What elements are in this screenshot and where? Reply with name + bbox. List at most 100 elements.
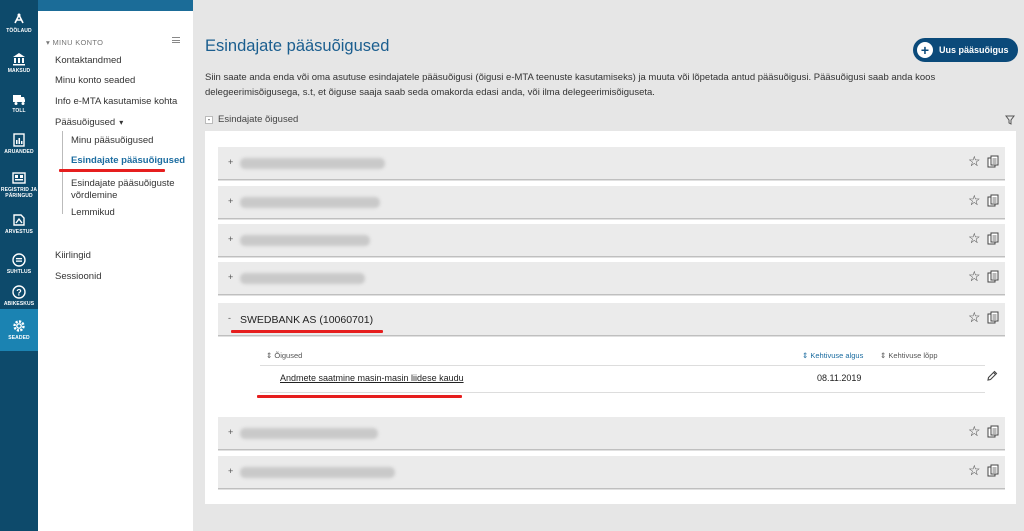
rail-item-arvestus[interactable]: ARVESTUS [0, 204, 38, 244]
expand-icon[interactable]: + [228, 196, 233, 206]
expand-icon[interactable]: + [228, 272, 233, 282]
representatives-card: + ☆ + ☆ + ☆ + ☆ - SWEDBANK AS (10060701)… [205, 131, 1016, 504]
sidebar-sub-minu-paasuoigused[interactable]: Minu pääsuõigused [71, 135, 153, 147]
dashboard-icon [14, 13, 24, 24]
expand-icon[interactable]: + [228, 466, 233, 476]
sidebar-sub-lemmikud[interactable]: Lemmikud [71, 207, 115, 219]
copy-icon[interactable] [987, 425, 999, 438]
chat-icon [12, 253, 26, 267]
rail-label: SEADED [8, 335, 30, 341]
rail-label: TOLL [12, 108, 26, 114]
svg-text:?: ? [16, 288, 22, 298]
rail-item-maksud[interactable]: MAKSUD [0, 43, 38, 83]
bank-icon [13, 53, 25, 66]
representative-row[interactable]: + ☆ [218, 262, 1005, 295]
sidebar-sub-esindajate-paasuoigused[interactable]: Esindajate pääsuõigused [71, 155, 185, 167]
representative-name: SWEDBANK AS (10060701) [240, 314, 374, 326]
start-date: 08.11.2019 [817, 373, 862, 383]
copy-icon[interactable] [987, 155, 999, 168]
section-header[interactable]: - Esindajate õigused [205, 114, 298, 125]
plus-icon: + [917, 42, 933, 58]
representative-row[interactable]: + ☆ [218, 224, 1005, 257]
sidebar-topbar [38, 0, 193, 11]
sidebar-sub-vordlemine[interactable]: Esindajate pääsuõiguste võrdlemine [71, 178, 181, 202]
main-content: Esindajate pääsuõigused + Uus pääsuõigus… [193, 0, 1024, 531]
rail-label: SUHTLUS [6, 269, 32, 275]
filter-icon[interactable] [1005, 115, 1015, 125]
redacted-name [240, 273, 365, 284]
star-icon[interactable]: ☆ [968, 192, 981, 208]
column-header-label: Kehtivuse lõpp [888, 351, 938, 360]
rail-label: MAKSUD [7, 68, 31, 74]
collapse-icon[interactable]: - [228, 313, 231, 323]
copy-icon[interactable] [987, 194, 999, 207]
star-icon[interactable]: ☆ [968, 462, 981, 478]
tree-connector [62, 131, 68, 214]
star-icon[interactable]: ☆ [968, 309, 981, 325]
star-icon[interactable]: ☆ [968, 268, 981, 284]
star-icon[interactable]: ☆ [968, 423, 981, 439]
redacted-name [240, 197, 380, 208]
sidebar-link-info[interactable]: Info e-MTA kasutamise kohta [55, 96, 177, 107]
column-header-label: Õigused [274, 351, 303, 360]
copy-icon[interactable] [987, 270, 999, 283]
star-icon[interactable]: ☆ [968, 153, 981, 169]
new-access-right-button[interactable]: + Uus pääsuõigus [913, 38, 1018, 62]
expand-icon[interactable]: + [228, 427, 233, 437]
sidebar-link-minu-konto-seaded[interactable]: Minu konto seaded [55, 75, 135, 86]
rail-item-registrid[interactable]: REGISTRID JA PÄRINGUD [0, 163, 38, 207]
rail-label: ARUANDED [4, 149, 34, 155]
copy-icon[interactable] [987, 311, 999, 324]
divider [260, 365, 985, 366]
expand-icon[interactable]: + [228, 157, 233, 167]
help-icon: ? [12, 285, 26, 299]
representative-row[interactable]: + ☆ [218, 147, 1005, 180]
page-description: Siin saate anda enda või oma asutuse esi… [205, 72, 936, 98]
chevron-down-icon: ▾ [119, 118, 124, 127]
rail-label: ABIKESKUS [3, 301, 35, 307]
divider [260, 392, 985, 393]
redacted-name [240, 158, 385, 169]
rail-label: ARVESTUS [5, 229, 33, 235]
highlight-underline [257, 395, 462, 398]
collapse-icon[interactable]: - [205, 115, 213, 124]
pencil-icon[interactable] [986, 370, 998, 382]
sidebar-section-header[interactable]: ▾ MINU KONTO [46, 38, 103, 47]
registry-icon [12, 172, 26, 184]
expand-icon[interactable]: + [228, 234, 233, 244]
copy-icon[interactable] [987, 232, 999, 245]
column-header-start[interactable]: ⇕ Kehtivuse algus [802, 351, 863, 360]
sidebar-link-kiirlingid[interactable]: Kiirlingid [55, 250, 91, 261]
section-label: Esindajate õigused [218, 114, 299, 125]
rail-label: TÖÖLAUD [6, 28, 32, 34]
right-link[interactable]: Andmete saatmine masin-masin liidese kau… [280, 373, 464, 383]
representative-row[interactable]: + ☆ [218, 456, 1005, 489]
rail-item-aruanded[interactable]: ARUANDED [0, 124, 38, 164]
sidebar-link-paasuoigused[interactable]: Pääsuõigused ▾ [55, 117, 123, 128]
rail-item-toll[interactable]: TOLL [0, 83, 38, 123]
highlight-underline [231, 330, 383, 333]
rail-item-seaded[interactable]: SEADED [0, 309, 38, 351]
redacted-name [240, 235, 370, 246]
column-header-rights[interactable]: ⇕ Õigused [266, 351, 302, 360]
main-nav-rail: TÖÖLAUD MAKSUD TOLL ARUANDED REGISTRID J… [0, 0, 38, 531]
rail-item-toolaud[interactable]: TÖÖLAUD [0, 3, 38, 43]
page-title: Esindajate pääsuõigused [205, 37, 390, 55]
sidebar-link-label: Pääsuõigused [55, 117, 116, 128]
representative-row[interactable]: + ☆ [218, 186, 1005, 219]
representative-row[interactable]: + ☆ [218, 417, 1005, 450]
report-icon [13, 133, 25, 147]
sidebar-link-kontaktandmed[interactable]: Kontaktandmed [55, 55, 122, 66]
settings-sidebar: ▾ MINU KONTO Kontaktandmed Minu konto se… [38, 0, 193, 531]
column-header-end[interactable]: ⇕ Kehtivuse lõpp [880, 351, 938, 360]
redacted-name [240, 428, 378, 439]
new-button-label: Uus pääsuõigus [939, 45, 1009, 55]
menu-toggle-icon[interactable] [172, 37, 180, 43]
column-header-label: Kehtivuse algus [810, 351, 864, 360]
copy-icon[interactable] [987, 464, 999, 477]
star-icon[interactable]: ☆ [968, 230, 981, 246]
sidebar-link-sessioonid[interactable]: Sessioonid [55, 271, 101, 282]
truck-icon [13, 95, 25, 105]
highlight-underline [59, 169, 165, 172]
calculator-icon [13, 214, 25, 226]
